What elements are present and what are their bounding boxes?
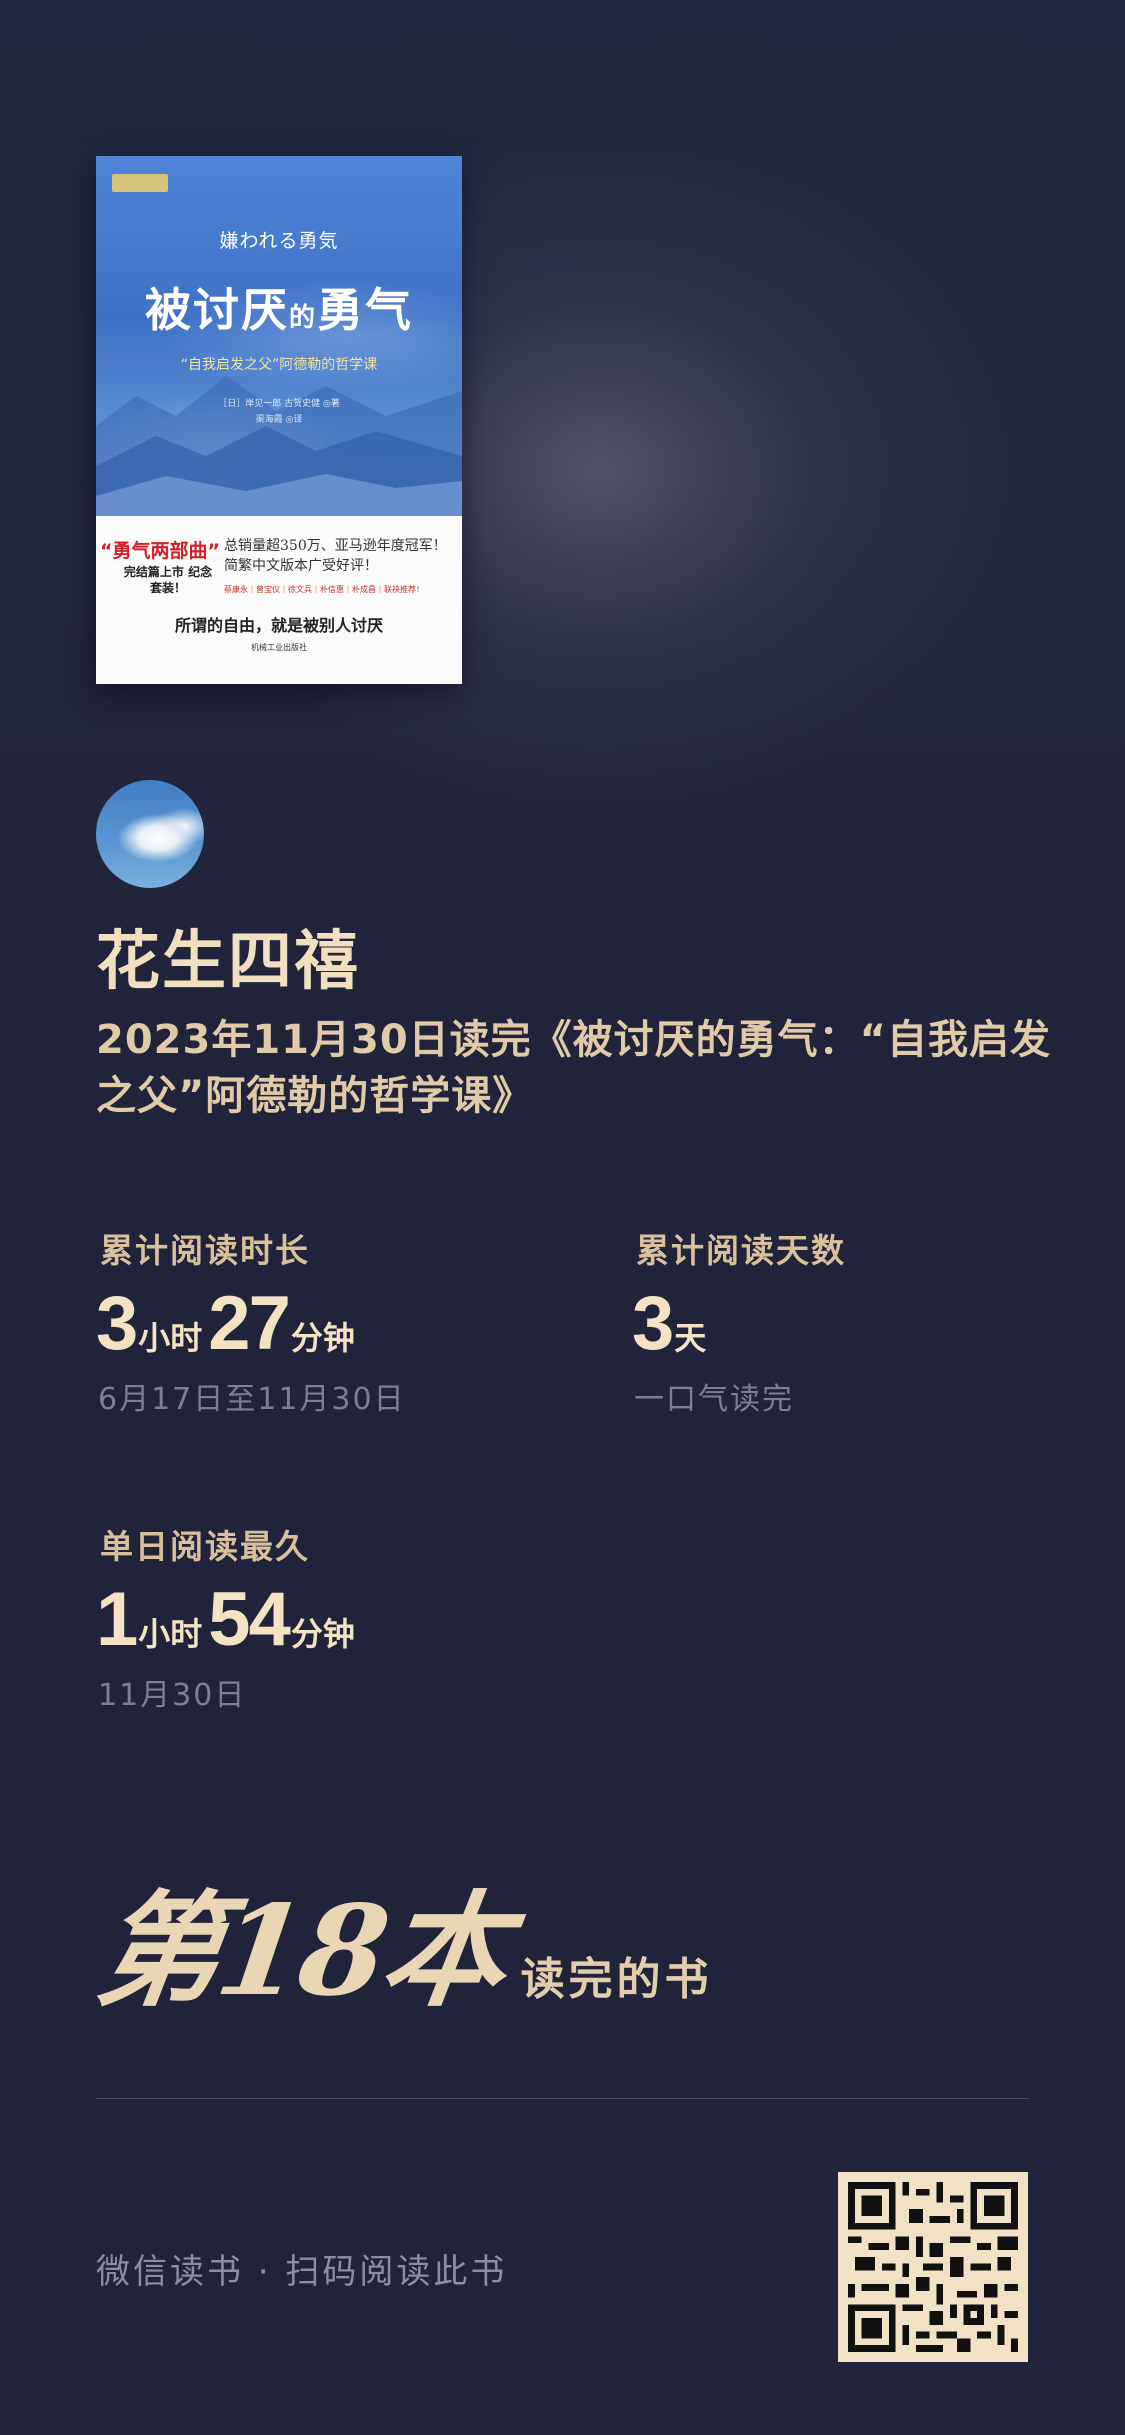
longest-day-hours-unit: 小时 [138,1615,203,1653]
cover-title: 被讨厌的勇气 [96,274,462,340]
longest-day-minutes: 54 [208,1577,291,1662]
total-days-unit: 天 [674,1319,707,1357]
cover-publisher: 机械工业出版社 [251,643,307,652]
cover-japanese-title: 嫌われる勇気 [219,230,339,252]
footer-text: 微信读书 · 扫码阅读此书 [96,2252,508,2292]
cover-series-note: 完结篇上市 纪念套装！ [123,565,213,595]
total-time-hours: 3 [96,1281,138,1366]
cover-series-label: “勇气两部曲” [100,540,220,562]
total-time-range: 6月17日至11月30日 [98,1382,406,1417]
divider [96,2098,1029,2099]
cover-title-small: 的 [288,303,317,333]
cover-artwork: 嫌われる勇気 被讨厌的勇气 “自我启发之父”阿德勒的哲学课 ［日］岸见一郎 古贺… [96,156,462,516]
cover-translator-line: 渠海霞 ◎译 [255,415,303,425]
longest-day-label: 单日阅读最久 [100,1527,310,1566]
longest-day-date: 11月30日 [98,1678,247,1713]
book-rank: 第18本 读完的书 [88,1850,713,2030]
longest-day-minutes-unit: 分钟 [290,1615,355,1653]
total-time-minutes: 27 [208,1281,291,1366]
total-time-minutes-unit: 分钟 [290,1319,355,1357]
rank-caption: 读完的书 [520,1954,713,2005]
cover-title-part-1: 被讨厌 [144,283,289,337]
cover-subtitle: “自我启发之父”阿德勒的哲学课 [180,357,378,373]
cover-title-part-2: 勇气 [317,283,413,337]
username: 花生四禧 [96,924,360,999]
rank-number: 第18本 [88,1879,514,2024]
longest-day-value: 1小时54分钟 [96,1576,361,1663]
total-days-number: 3 [632,1281,674,1366]
cover-recommenders: 蔡康永｜曾宝仪｜徐文兵｜朴信惠｜朴成昌｜联袂推荐！ [224,585,424,594]
avatar[interactable] [96,780,204,888]
book-cover[interactable]: 嫌われる勇気 被讨厌的勇气 “自我启发之父”阿德勒的哲学课 ［日］岸见一郎 古贺… [96,156,462,684]
total-time-label: 累计阅读时长 [100,1231,310,1270]
finished-reading-line: 2023年11月30日读完《被讨厌的勇气：“自我启发之父”阿德勒的哲学课》 [96,1017,1051,1119]
qr-code-icon[interactable] [838,2172,1028,2362]
qr-code-graphic [848,2182,1018,2352]
cover-blurb: 总销量超350万、亚马逊年度冠军！简繁中文版本广受好评！ [224,538,447,574]
cover-motto: 所谓的自由，就是被别人讨厌 [174,616,383,635]
total-days-label: 累计阅读天数 [636,1231,846,1270]
total-time-hours-unit: 小时 [138,1319,203,1357]
total-time-value: 3小时27分钟 [96,1280,361,1367]
total-days-note: 一口气读完 [634,1382,794,1417]
cover-bottom-panel: “勇气两部曲” 完结篇上市 纪念套装！ 总销量超350万、亚马逊年度冠军！简繁中… [96,516,462,684]
publisher-logo [112,174,168,192]
total-days-value: 3天 [632,1280,712,1367]
longest-day-hours: 1 [96,1577,138,1662]
cover-author-line: ［日］岸见一郎 古贺史健 ◎著 [218,399,340,409]
cover-authors: ［日］岸见一郎 古贺史健 ◎著 渠海霞 ◎译 [96,396,462,428]
mountains-illustration [96,376,462,516]
